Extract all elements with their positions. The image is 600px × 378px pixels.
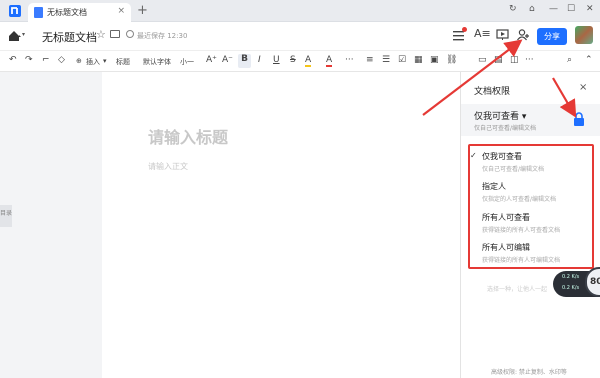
annotation-overlay bbox=[422, 39, 577, 118]
arrow-to-lock bbox=[552, 77, 577, 118]
arrow-to-collaborator bbox=[422, 39, 523, 116]
